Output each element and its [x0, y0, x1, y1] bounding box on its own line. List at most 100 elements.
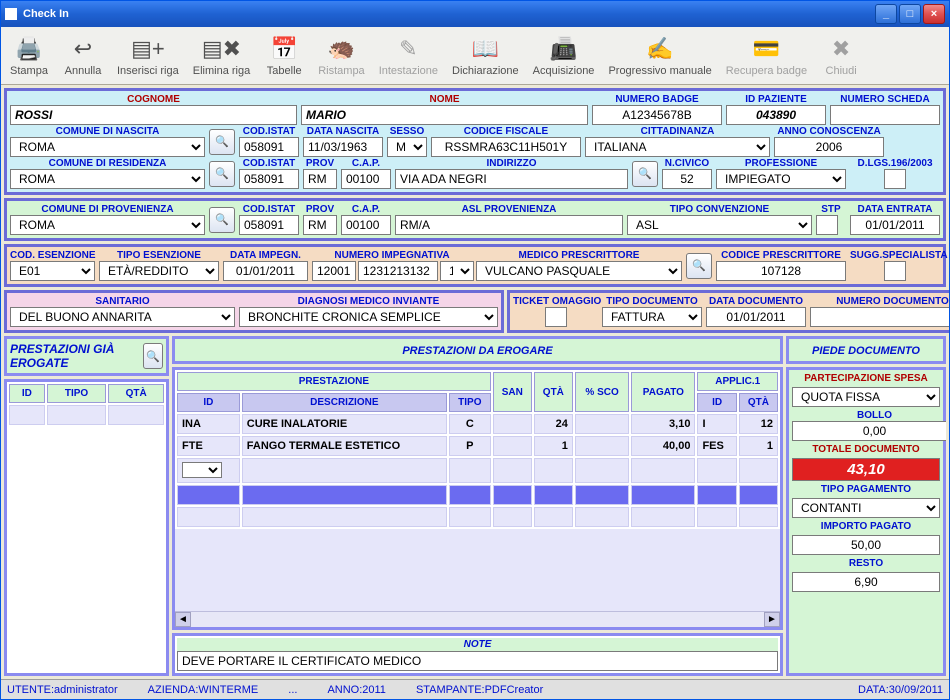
input-codistat2[interactable]	[239, 169, 299, 189]
grid-hscrollbar[interactable]: ◄ ►	[175, 611, 780, 627]
new-row-combo[interactable]	[182, 462, 222, 478]
section-prestazioni-erogate: PRESTAZIONI GIÀ EROGATE 🔍	[4, 336, 169, 376]
input-indirizzo[interactable]	[395, 169, 628, 189]
label-ticket: TICKET OMAGGIO	[513, 296, 598, 307]
toolbar-annulla[interactable]: ↩ Annulla	[57, 29, 109, 82]
label-bollo: BOLLO	[792, 410, 946, 421]
check-stp[interactable]	[816, 215, 838, 235]
input-cf[interactable]	[431, 137, 581, 157]
maximize-button[interactable]: □	[899, 4, 921, 24]
input-cognome[interactable]	[10, 105, 297, 125]
input-aslprov[interactable]	[395, 215, 623, 235]
input-datadoc[interactable]	[706, 307, 806, 327]
input-prov3[interactable]	[303, 215, 337, 235]
input-dataentr[interactable]	[850, 215, 940, 235]
select-diagnosi[interactable]: BRONCHITE CRONICA SEMPLICE	[239, 307, 498, 327]
input-anno[interactable]	[774, 137, 884, 157]
input-numbadge[interactable]	[592, 105, 722, 125]
select-codesen[interactable]: E01	[10, 261, 95, 281]
label-comprov: COMUNE DI PROVENIENZA	[10, 204, 205, 215]
table-row[interactable]: FTEFANGO TERMALE ESTETICOP140,00FES1	[177, 436, 778, 456]
search-comres-button[interactable]: 🔍	[209, 161, 235, 187]
panel-documento: TICKET OMAGGIO TIPO DOCUMENTOFATTURA DAT…	[507, 290, 949, 333]
toolbar-acquisizione[interactable]: 📠Acquisizione	[527, 29, 601, 82]
col-aid: ID	[697, 393, 736, 412]
select-numimp3[interactable]: 1	[440, 261, 474, 281]
input-idpaz[interactable]	[726, 105, 826, 125]
input-prov2[interactable]	[303, 169, 337, 189]
scroll-right-icon[interactable]: ►	[764, 612, 780, 627]
search-indirizzo-button[interactable]: 🔍	[632, 161, 658, 187]
check-dlgs[interactable]	[884, 169, 906, 189]
toolbar-tabelle[interactable]: 📅Tabelle	[258, 29, 310, 82]
input-bollo[interactable]	[792, 421, 946, 441]
select-partspesa[interactable]: QUOTA FISSA	[792, 387, 940, 407]
status-utente: UTENTE:administrator	[7, 684, 118, 696]
input-numscheda[interactable]	[830, 105, 940, 125]
select-sesso[interactable]: M	[387, 137, 427, 157]
label-numscheda: NUMERO SCHEDA	[830, 94, 940, 105]
select-citt[interactable]: ITALIANA	[585, 137, 770, 157]
input-nome[interactable]	[301, 105, 588, 125]
select-tipopag[interactable]: CONTANTI	[792, 498, 940, 518]
col-aqta: QTÀ	[739, 393, 778, 412]
input-codpre[interactable]	[716, 261, 846, 281]
col-id: ID	[9, 384, 45, 403]
select-prof[interactable]: IMPIEGATO	[716, 169, 846, 189]
label-codpre: CODICE PRESCRITTORE	[716, 250, 846, 261]
window-title: Check In	[23, 8, 69, 20]
scroll-left-icon[interactable]: ◄	[175, 612, 191, 627]
toolbar-progressivo-manuale[interactable]: ✍Progressivo manuale	[602, 29, 717, 82]
app-icon	[5, 8, 17, 20]
select-comres[interactable]: ROMA	[10, 169, 205, 189]
panel-anagrafica: COGNOME NOME NUMERO BADGE ID PAZIENTE NU…	[4, 88, 946, 195]
search-prestazioni-erogate-button[interactable]: 🔍	[143, 343, 163, 369]
colgroup-prestazione: PRESTAZIONE	[177, 372, 491, 391]
input-codistat3[interactable]	[239, 215, 299, 235]
select-sanitario[interactable]: DEL BUONO ANNARITA	[10, 307, 235, 327]
select-tipoesen[interactable]: ETÀ/REDDITO	[99, 261, 219, 281]
select-medpre[interactable]: VULCANO PASQUALE	[476, 261, 682, 281]
table-row[interactable]: INACURE INALATORIEC243,10I12	[177, 414, 778, 434]
label-dlgs: D.LGS.196/2003	[850, 158, 940, 169]
label-datanascita: DATA NASCITA	[303, 126, 383, 137]
toolbar-stampa[interactable]: 🖨️Stampa	[3, 29, 55, 82]
toolbar-label: Acquisizione	[533, 65, 595, 77]
input-datanascita[interactable]	[303, 137, 383, 157]
col-tipo: TIPO	[47, 384, 107, 403]
label-idpaz: ID PAZIENTE	[726, 94, 826, 105]
close-button[interactable]: ×	[923, 4, 945, 24]
check-suggspec[interactable]	[884, 261, 906, 281]
toolbar-label: Intestazione	[379, 65, 438, 77]
input-codistat1[interactable]	[239, 137, 299, 157]
select-comprov[interactable]: ROMA	[10, 215, 205, 235]
input-numimp1[interactable]	[312, 261, 356, 281]
select-tipoconv[interactable]: ASL	[627, 215, 812, 235]
search-medpre-button[interactable]: 🔍	[686, 253, 712, 279]
search-comnascita-button[interactable]: 🔍	[209, 129, 235, 155]
input-dataimp[interactable]	[223, 261, 308, 281]
status-azienda: AZIENDA:WINTERME	[148, 684, 259, 696]
minimize-button[interactable]: _	[875, 4, 897, 24]
label-sesso: SESSO	[387, 126, 427, 137]
check-ticket[interactable]	[545, 307, 567, 327]
input-imppag[interactable]	[792, 535, 940, 555]
select-comnascita[interactable]: ROMA	[10, 137, 205, 157]
toolbar-icon: 📖	[471, 35, 499, 63]
input-resto[interactable]	[792, 572, 940, 592]
toolbar-icon: ↩	[69, 35, 97, 63]
toolbar-label: Annulla	[65, 65, 102, 77]
search-comprov-button[interactable]: 🔍	[209, 207, 235, 233]
select-tipodoc[interactable]: FATTURA	[602, 307, 702, 327]
toolbar-inserisci-riga[interactable]: ▤+Inserisci riga	[111, 29, 185, 82]
input-cap2[interactable]	[341, 169, 391, 189]
input-cap3[interactable]	[341, 215, 391, 235]
input-note[interactable]	[177, 651, 778, 671]
toolbar-elimina-riga[interactable]: ▤✖Elimina riga	[187, 29, 256, 82]
toolbar-dichiarazione[interactable]: 📖Dichiarazione	[446, 29, 525, 82]
input-numdoc[interactable]	[810, 307, 949, 327]
label-codistat3: COD.ISTAT	[239, 204, 299, 215]
toolbar-icon: 🖨️	[15, 35, 43, 63]
input-ncivico[interactable]	[662, 169, 712, 189]
input-numimp2[interactable]	[358, 261, 438, 281]
